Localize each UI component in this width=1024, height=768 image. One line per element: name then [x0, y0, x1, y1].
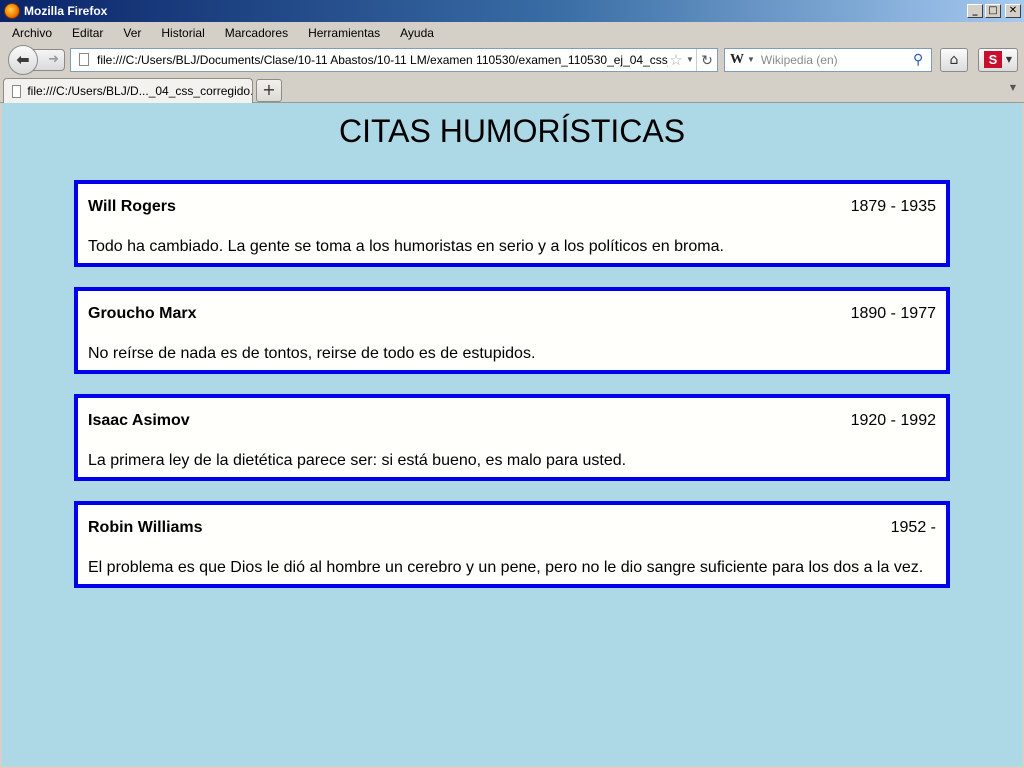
menu-editar[interactable]: Editar	[60, 26, 111, 40]
engine-dropdown-icon[interactable]: ▼	[747, 55, 755, 64]
page-content: CITAS HUMORÍSTICAS Will Rogers 1879 - 19…	[2, 103, 1022, 766]
quote-dates: 1952 -	[890, 519, 936, 536]
quote-list: Will Rogers 1879 - 1935 Todo ha cambiado…	[74, 180, 950, 608]
history-dropdown-icon[interactable]: ▼	[684, 55, 696, 64]
quote-author: Isaac Asimov	[88, 412, 190, 429]
quote-card: Isaac Asimov 1920 - 1992 La primera ley …	[74, 394, 950, 481]
quote-card: Will Rogers 1879 - 1935 Todo ha cambiado…	[74, 180, 950, 267]
quote-author: Robin Williams	[88, 519, 203, 536]
addon-button[interactable]: S ▼	[978, 47, 1018, 72]
window-controls: _ □ ✕	[967, 4, 1021, 18]
menu-ayuda[interactable]: Ayuda	[388, 26, 442, 40]
bookmark-star-icon[interactable]: ☆	[668, 51, 684, 69]
search-icon[interactable]: ⚲	[913, 51, 931, 68]
reload-icon[interactable]: ↻	[696, 48, 717, 71]
minimize-button[interactable]: _	[967, 4, 983, 18]
search-bar[interactable]: W ▼ Wikipedia (en) ⚲	[724, 47, 932, 72]
quote-dates: 1920 - 1992	[850, 412, 936, 429]
quote-text: No reírse de nada es de tontos, reirse d…	[88, 345, 536, 362]
search-input[interactable]: Wikipedia (en)	[761, 53, 913, 67]
back-forward-group: ➜ ⬅	[8, 44, 66, 75]
back-button[interactable]: ⬅	[8, 44, 38, 75]
home-button[interactable]: ⌂	[940, 47, 968, 72]
menu-archivo[interactable]: Archivo	[0, 26, 60, 40]
page-title: CITAS HUMORÍSTICAS	[338, 113, 686, 149]
close-button[interactable]: ✕	[1005, 4, 1021, 18]
quote-card: Groucho Marx 1890 - 1977 No reírse de na…	[74, 287, 950, 374]
tab-current[interactable]: file:///C:/Users/BLJ/D..._04_css_corregi…	[3, 78, 253, 103]
menu-marcadores[interactable]: Marcadores	[213, 26, 296, 40]
url-text[interactable]: file:///C:/Users/BLJ/Documents/Clase/10-…	[97, 53, 668, 67]
window-frame-left	[0, 103, 2, 768]
firefox-logo-icon	[4, 3, 20, 19]
quote-text: Todo ha cambiado. La gente se toma a los…	[88, 238, 724, 255]
maximize-button[interactable]: □	[985, 4, 1001, 18]
menu-bar: Archivo Editar Ver Historial Marcadores …	[0, 22, 1024, 43]
window-title-bar: Mozilla Firefox _ □ ✕	[0, 0, 1024, 22]
addon-dropdown-icon[interactable]: ▼	[1006, 55, 1012, 64]
quote-text: El problema es que Dios le dió al hombre…	[88, 559, 924, 576]
tab-label: file:///C:/Users/BLJ/D..._04_css_corregi…	[27, 84, 252, 98]
quote-text: La primera ley de la dietética parece se…	[88, 452, 627, 469]
page-icon	[79, 53, 89, 66]
quote-dates: 1879 - 1935	[850, 198, 936, 215]
wikipedia-engine-icon[interactable]: W	[730, 52, 744, 68]
home-icon: ⌂	[949, 51, 959, 68]
window-title: Mozilla Firefox	[24, 4, 108, 18]
new-tab-button[interactable]: +	[256, 79, 282, 102]
menu-historial[interactable]: Historial	[149, 26, 212, 40]
quote-dates: 1890 - 1977	[850, 305, 936, 322]
quote-author: Will Rogers	[88, 198, 176, 215]
navigation-toolbar: ➜ ⬅ file:///C:/Users/BLJ/Documents/Clase…	[0, 43, 1024, 76]
plus-icon: +	[262, 80, 276, 99]
addon-s-icon: S	[983, 51, 1002, 68]
back-arrow-icon: ⬅	[16, 50, 30, 69]
tab-strip: file:///C:/Users/BLJ/D..._04_css_corregi…	[0, 76, 1024, 103]
tab-page-icon	[12, 84, 22, 98]
forward-arrow-icon: ➜	[48, 52, 59, 67]
quote-author: Groucho Marx	[88, 305, 197, 322]
menu-herramientas[interactable]: Herramientas	[296, 26, 388, 40]
quote-card: Robin Williams 1952 - El problema es que…	[74, 501, 950, 588]
address-bar[interactable]: file:///C:/Users/BLJ/Documents/Clase/10-…	[70, 47, 718, 72]
tab-list-dropdown-icon[interactable]: ▼	[1010, 83, 1016, 92]
menu-ver[interactable]: Ver	[111, 26, 149, 40]
